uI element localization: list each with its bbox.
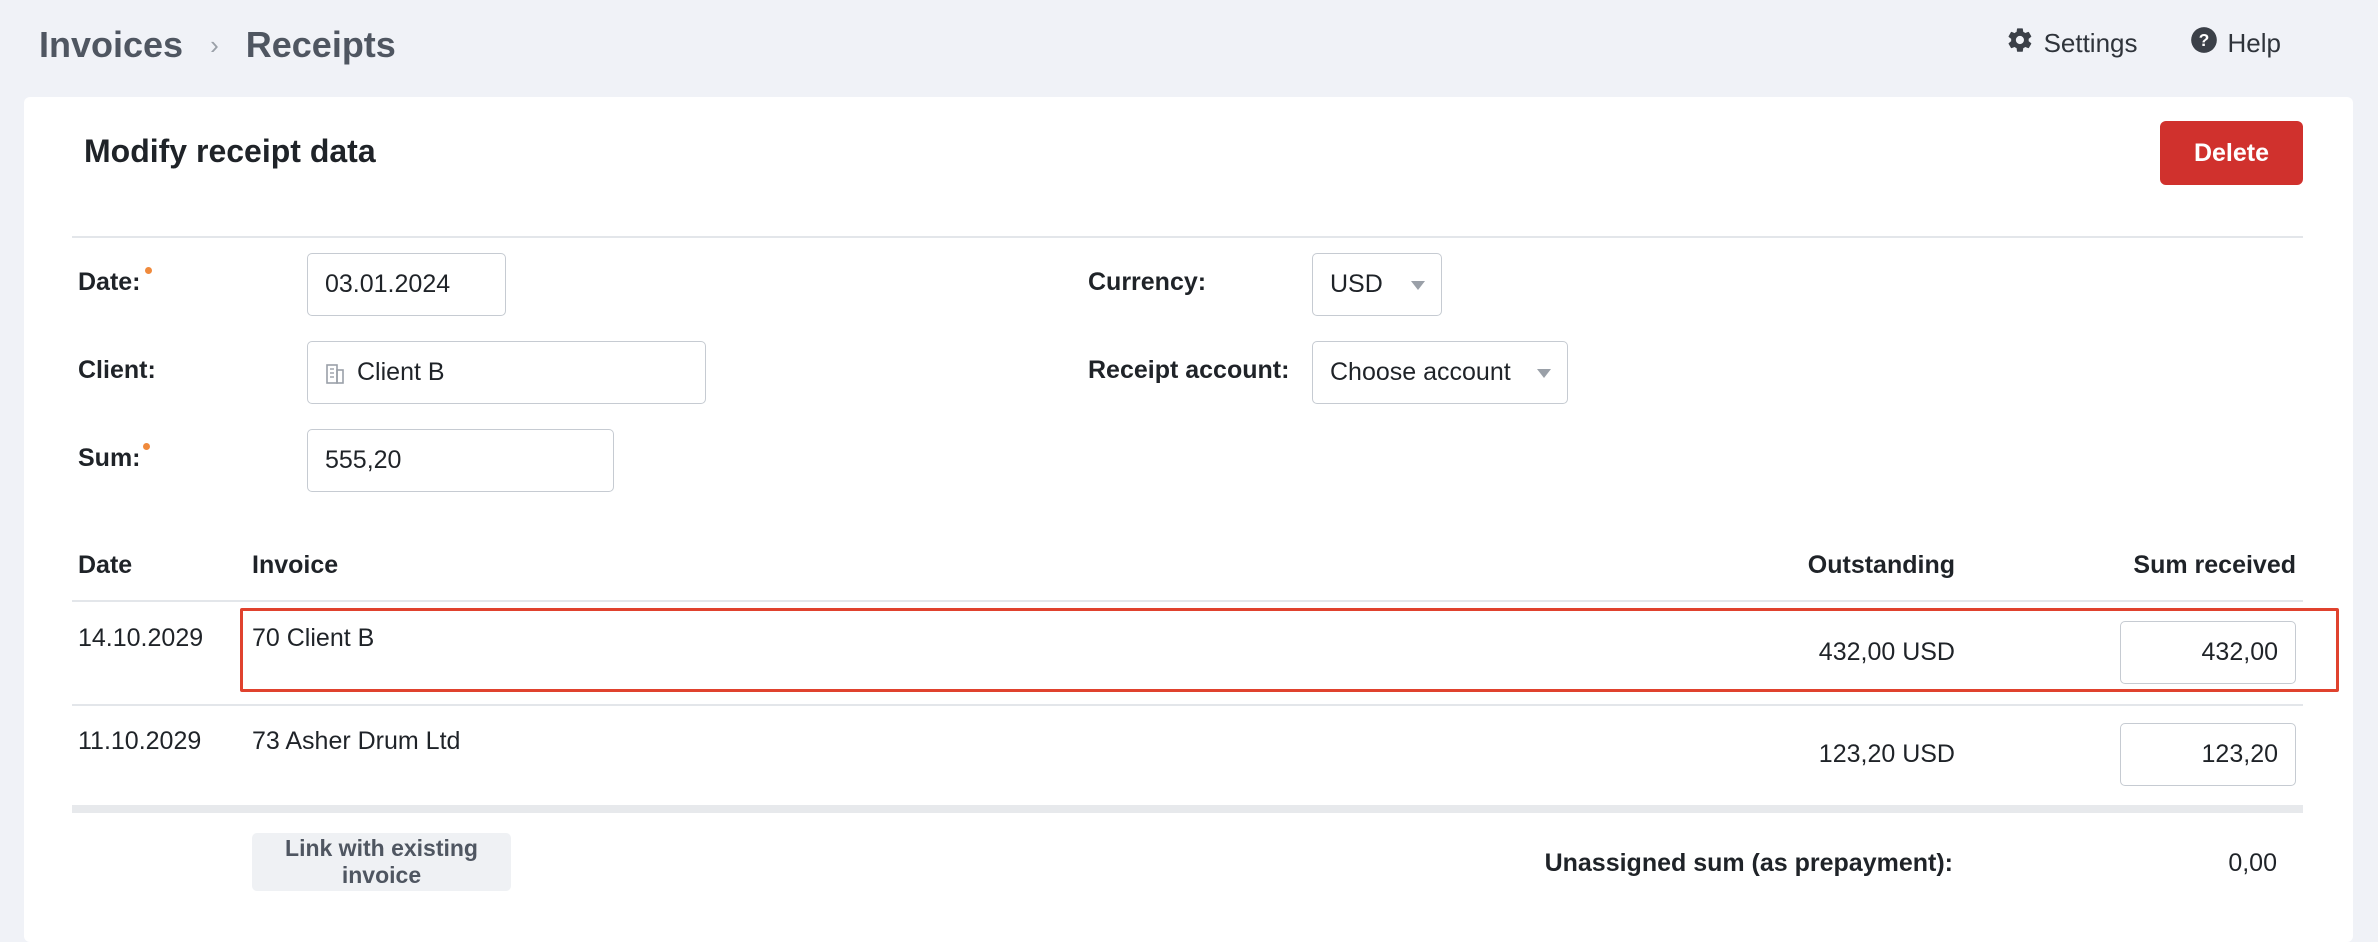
delete-button[interactable]: Delete [2160, 121, 2303, 185]
date-label: Date: [78, 268, 141, 296]
unassigned-sum-label: Unassigned sum (as prepayment): [1544, 849, 1953, 877]
date-required-indicator [145, 267, 152, 274]
receipt-account-select[interactable]: Choose account [1312, 341, 1568, 404]
row-outstanding: 123,20 USD [1818, 740, 1955, 768]
row-invoice[interactable]: 73 Asher Drum Ltd [252, 727, 460, 756]
sum-received-input[interactable]: 123,20 [2120, 723, 2296, 786]
chevron-down-icon [1411, 281, 1425, 290]
col-header-invoice: Invoice [252, 551, 339, 579]
help-link[interactable]: ? Help [2190, 26, 2281, 61]
breadcrumb: Invoices › Receipts [39, 24, 396, 66]
settings-link[interactable]: Settings [2006, 26, 2138, 61]
header-divider [72, 236, 2303, 238]
table-footer-bar [72, 805, 2303, 813]
svg-text:?: ? [2198, 30, 2209, 50]
col-header-date: Date [78, 551, 133, 579]
building-icon [325, 362, 345, 384]
link-invoice-button[interactable]: Link with existing invoice [252, 833, 511, 891]
row-highlight [240, 608, 2339, 692]
client-value: Client B [357, 358, 445, 386]
gear-icon [2006, 26, 2044, 61]
unassigned-sum-value: 0,00 [2228, 849, 2277, 877]
sum-required-indicator [143, 443, 150, 450]
col-header-sum-received: Sum received [2133, 551, 2296, 579]
row-divider [72, 704, 2303, 706]
page-title: Modify receipt data [84, 133, 376, 169]
chevron-down-icon [1537, 369, 1551, 378]
row-date: 11.10.2029 [78, 727, 202, 755]
col-header-outstanding: Outstanding [1807, 551, 1955, 579]
date-field[interactable]: 03.01.2024 [307, 253, 506, 316]
receipt-account-label: Receipt account: [1088, 356, 1290, 384]
sum-label: Sum: [78, 444, 141, 472]
settings-label: Settings [2043, 28, 2138, 58]
receipt-account-value: Choose account [1330, 358, 1511, 386]
breadcrumb-invoices[interactable]: Invoices [39, 24, 183, 66]
top-actions: Settings ? Help [1954, 26, 2281, 61]
currency-select[interactable]: USD [1312, 253, 1442, 316]
breadcrumb-separator: › [210, 29, 219, 60]
client-field[interactable]: Client B [307, 341, 706, 404]
receipt-card: Modify receipt data Delete Date: 03.01.2… [24, 97, 2353, 942]
help-label: Help [2227, 28, 2281, 58]
help-icon: ? [2190, 26, 2228, 61]
currency-value: USD [1330, 270, 1383, 298]
table-header-divider [72, 600, 2303, 602]
breadcrumb-receipts: Receipts [245, 24, 396, 65]
top-bar: Invoices › Receipts Settings ? Help [0, 0, 2378, 96]
currency-label: Currency: [1088, 268, 1207, 296]
client-label: Client: [78, 356, 156, 384]
row-date: 14.10.2029 [78, 624, 204, 652]
sum-field[interactable]: 555,20 [307, 429, 614, 492]
